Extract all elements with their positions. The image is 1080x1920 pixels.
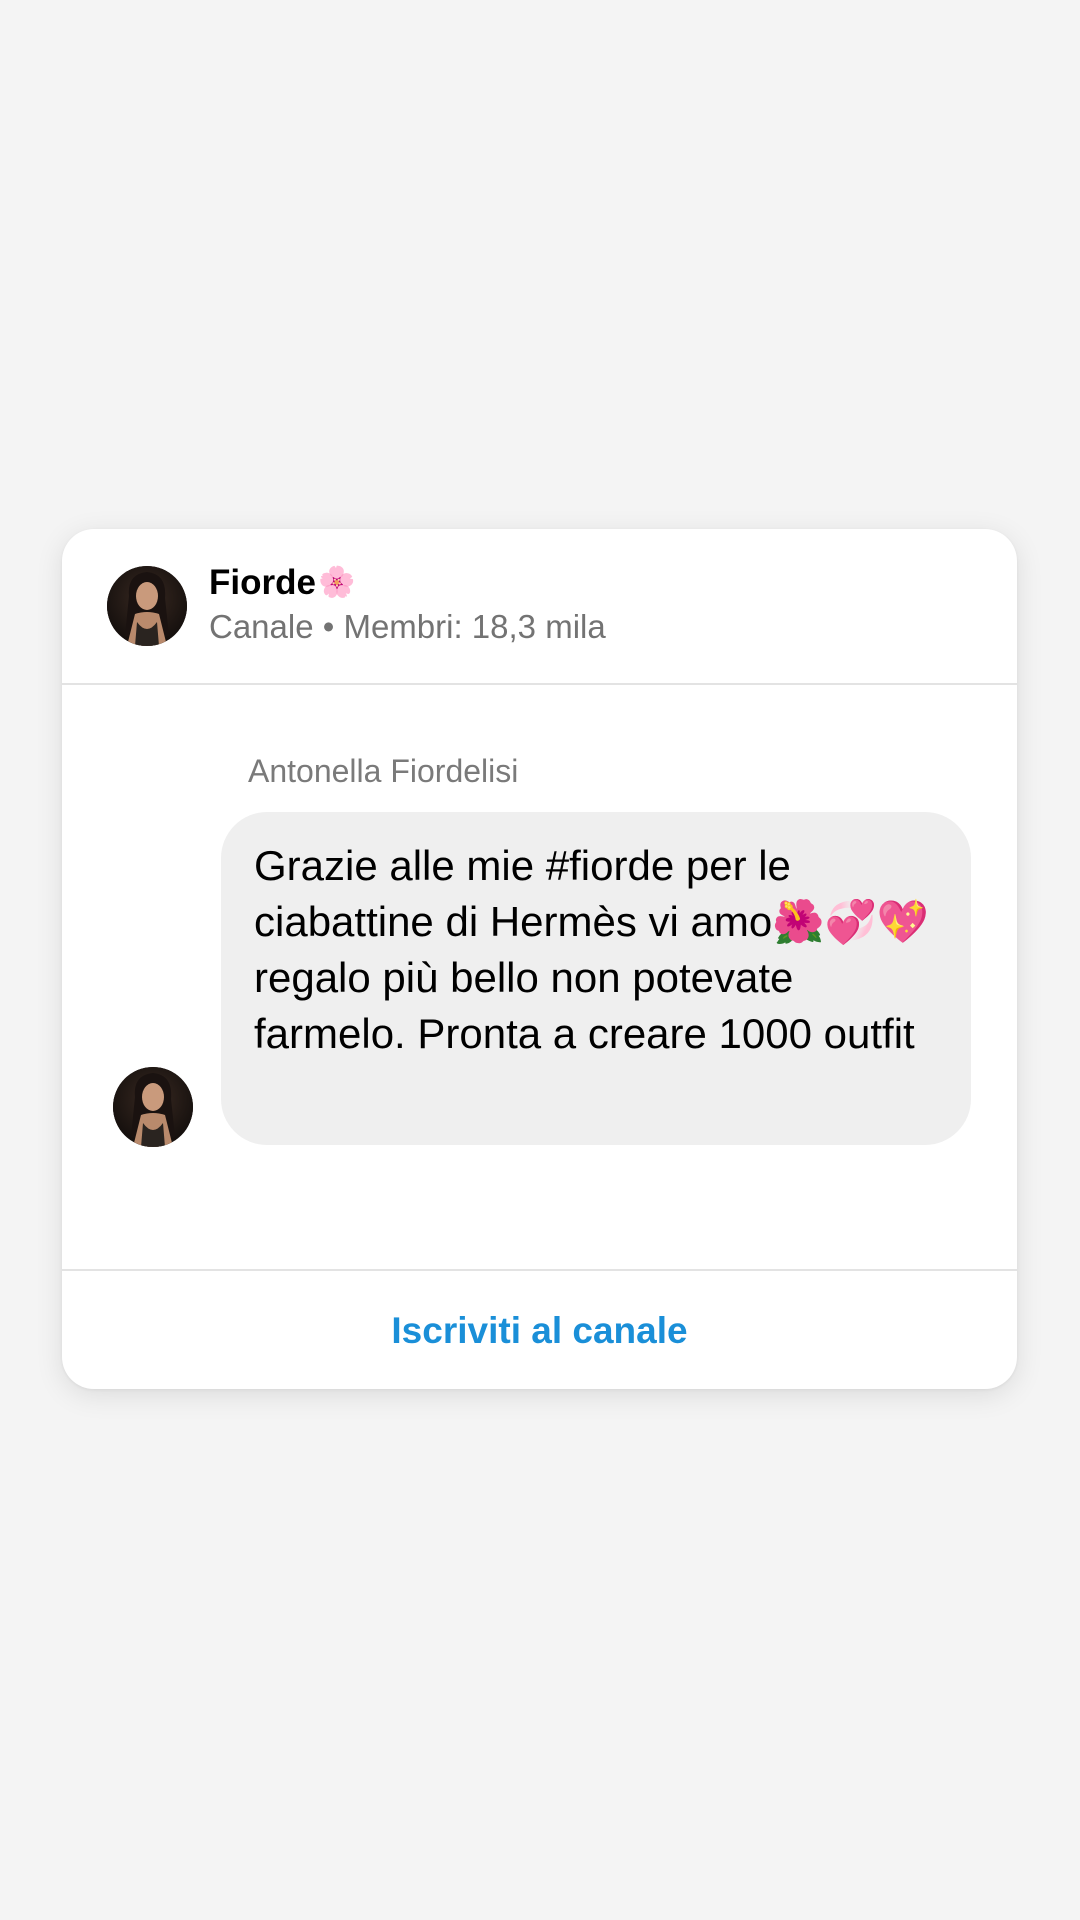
cherry-blossom-icon: 🌸: [317, 566, 356, 599]
channel-header[interactable]: Fiorde🌸 Canale • Membri: 18,3 mila: [62, 529, 1017, 685]
channel-preview-card: Fiorde🌸 Canale • Membri: 18,3 mila Anton…: [62, 529, 1017, 1389]
subscribe-button[interactable]: Iscriviti al canale: [371, 1300, 707, 1362]
channel-avatar[interactable]: [107, 566, 187, 646]
card-footer: Iscriviti al canale: [62, 1269, 1017, 1389]
channel-name: Fiorde: [209, 563, 316, 602]
message-text: Grazie alle mie #fiorde per le ciabattin…: [254, 842, 930, 1057]
sender-avatar[interactable]: [113, 1067, 193, 1147]
channel-meta: Canale • Membri: 18,3 mila: [209, 608, 606, 645]
message-sender: Antonella Fiordelisi: [248, 753, 519, 789]
avatar-portrait-icon: [107, 566, 187, 646]
channel-title: Fiorde🌸: [209, 563, 355, 603]
avatar-portrait-icon: [113, 1067, 193, 1147]
message-bubble[interactable]: Grazie alle mie #fiorde per le ciabattin…: [221, 812, 971, 1145]
message-area: Antonella Fiordelisi Grazie alle mie #fi…: [62, 685, 1017, 1269]
